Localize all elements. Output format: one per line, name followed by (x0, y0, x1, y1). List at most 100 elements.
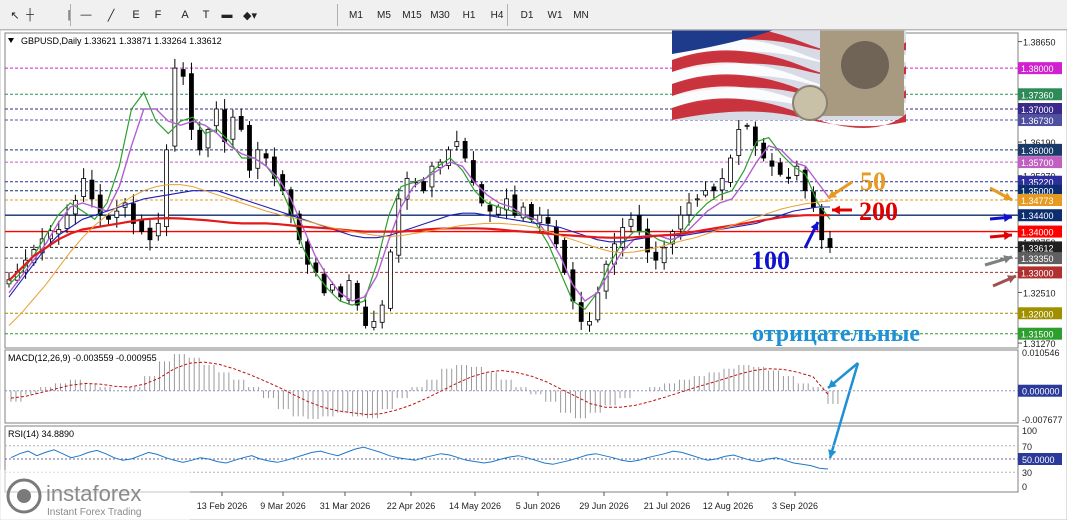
timeframe-d1-button[interactable]: D1 (514, 5, 540, 25)
candle-body (828, 239, 832, 248)
candle-body (364, 307, 368, 326)
candle-body (463, 141, 467, 158)
x-axis-label: 13 Feb 2026 (197, 501, 248, 511)
x-axis-label: 22 Apr 2026 (387, 501, 436, 511)
candle-body (156, 223, 160, 235)
x-axis-label: 31 Mar 2026 (320, 501, 371, 511)
crosshair-icon[interactable]: ┼ (20, 5, 40, 25)
toolbar-separator (70, 4, 71, 26)
candle-body (148, 228, 152, 240)
candle-body (662, 248, 666, 263)
candle-body (239, 116, 243, 129)
rsi-axis-label: 0 (1022, 482, 1027, 492)
x-axis-label: 21 Jul 2026 (644, 501, 691, 511)
x-axis-label: 5 Jun 2026 (516, 501, 561, 511)
ma-200-annotation: 200 (859, 197, 898, 226)
candle-body (728, 158, 732, 182)
candle-body (687, 203, 691, 215)
timeframe-mn-button[interactable]: MN (568, 5, 594, 25)
candle-body (181, 70, 185, 77)
candle-body (422, 182, 426, 191)
macd-axis-label: -0.007677 (1022, 415, 1063, 425)
candle-body (90, 180, 94, 199)
candle-body (496, 207, 500, 214)
price-chart-title: GBPUSD,Daily 1.33621 1.33871 1.33264 1.3… (21, 36, 222, 46)
candle-body (264, 154, 268, 158)
candle-body (115, 211, 119, 217)
candle-body (388, 252, 392, 308)
price-level-label: 1.33000 (1021, 268, 1054, 278)
x-axis-label: 29 Jun 2026 (579, 501, 629, 511)
candle-body (173, 68, 177, 146)
text-icon[interactable]: A (175, 5, 195, 25)
rsi-axis-label: 50.0000 (1022, 455, 1055, 465)
timeframe-m15-button[interactable]: M15 (399, 5, 425, 25)
rsi-axis-label: 70 (1022, 442, 1032, 452)
logo-name: instaforex (46, 481, 141, 506)
x-axis-label: 3 Sep 2026 (772, 501, 818, 511)
candle-body (82, 178, 86, 196)
ma-100-annotation: 100 (751, 246, 790, 275)
x-axis-label: 12 Aug 2026 (703, 501, 754, 511)
candle-body (770, 161, 774, 166)
candle-body (712, 187, 716, 191)
arrows-menu-icon[interactable]: ◆▾ (240, 5, 260, 25)
candle-body (704, 191, 708, 195)
price-level-label: 1.38000 (1021, 64, 1054, 74)
instaforex-logo: instaforex Instant Forex Trading (0, 470, 190, 520)
horizontal-line-icon[interactable]: — (76, 5, 96, 25)
macd-axis-label: 0.010546 (1022, 348, 1060, 358)
fibo-e-icon[interactable]: E (126, 5, 146, 25)
rsi-axis-label: 30 (1022, 468, 1032, 478)
price-level-label: 1.34773 (1021, 196, 1054, 206)
candle-body (107, 216, 111, 219)
price-level-label: 1.34000 (1021, 228, 1054, 238)
shapes-icon[interactable]: ▬ (217, 5, 237, 25)
candle-body (546, 218, 550, 224)
candle-body (380, 305, 384, 322)
trendline-icon[interactable]: ╱ (101, 5, 121, 25)
candle-body (455, 142, 459, 147)
x-axis-label: 9 Mar 2026 (260, 501, 306, 511)
price-level-label: 1.33612 (1021, 243, 1054, 253)
price-level-label: 1.36730 (1021, 116, 1054, 126)
price-level-label: 1.36000 (1021, 146, 1054, 156)
timeframe-m5-button[interactable]: M5 (371, 5, 397, 25)
price-level-label: 1.33350 (1021, 254, 1054, 264)
timeframe-h4-button[interactable]: H4 (484, 5, 510, 25)
rsi-axis-label: 100 (1022, 426, 1037, 436)
candle-body (165, 150, 169, 227)
candle-body (372, 321, 376, 327)
candle-body (140, 220, 144, 232)
logo-tagline: Instant Forex Trading (47, 507, 142, 518)
macd-title: MACD(12,26,9) -0.003559 -0.000955 (8, 353, 157, 363)
timeframe-h1-button[interactable]: H1 (456, 5, 482, 25)
candle-body (778, 163, 782, 174)
price-level-label: 1.37000 (1021, 105, 1054, 115)
fibo-f-icon[interactable]: F (148, 5, 168, 25)
candle-body (430, 166, 434, 187)
timeframe-m1-button[interactable]: M1 (343, 5, 369, 25)
candle-body (214, 109, 218, 126)
candle-body (488, 205, 492, 211)
flag-banknote-image (672, 30, 906, 128)
logo-mark: instaforex Instant Forex Trading (0, 470, 190, 520)
timeframe-w1-button[interactable]: W1 (542, 5, 568, 25)
price-level-label: 1.34400 (1021, 211, 1054, 221)
price-level-label: 1.32000 (1021, 309, 1054, 319)
rsi-title: RSI(14) 34.8890 (8, 429, 74, 439)
candle-body (745, 125, 749, 126)
candle-body (231, 117, 235, 139)
chart-canvas: 1.386501.379501.368501.361901.353701.348… (0, 30, 1067, 520)
candle-body (247, 125, 251, 170)
candle-body (596, 293, 600, 320)
timeframe-m30-button[interactable]: M30 (427, 5, 453, 25)
text-label-icon[interactable]: T (196, 5, 216, 25)
candle-body (198, 130, 202, 150)
candle-body (637, 215, 641, 231)
price-axis-label: 1.32510 (1023, 288, 1056, 298)
x-axis-label: 14 May 2026 (449, 501, 501, 511)
price-level-label: 1.31500 (1021, 330, 1054, 340)
candle-body (65, 215, 69, 228)
ma-50-annotation: 50 (860, 167, 886, 196)
